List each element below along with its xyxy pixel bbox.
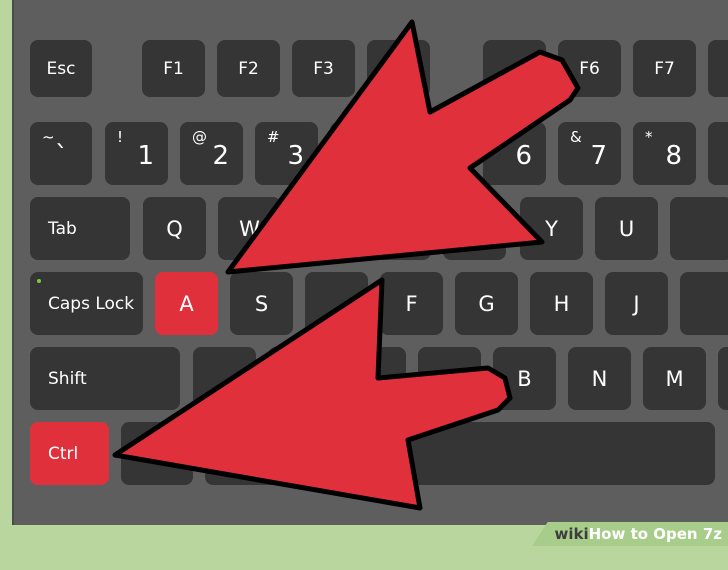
arrow-to-ctrl-icon	[112, 277, 513, 511]
arrows-overlay	[112, 19, 581, 511]
watermark: wikiHow to Open 7z Files	[532, 522, 728, 546]
watermark-brand: wiki	[554, 525, 589, 543]
arrow-to-a-icon	[225, 19, 581, 275]
watermark-title: How to Open 7z Files	[588, 525, 722, 567]
